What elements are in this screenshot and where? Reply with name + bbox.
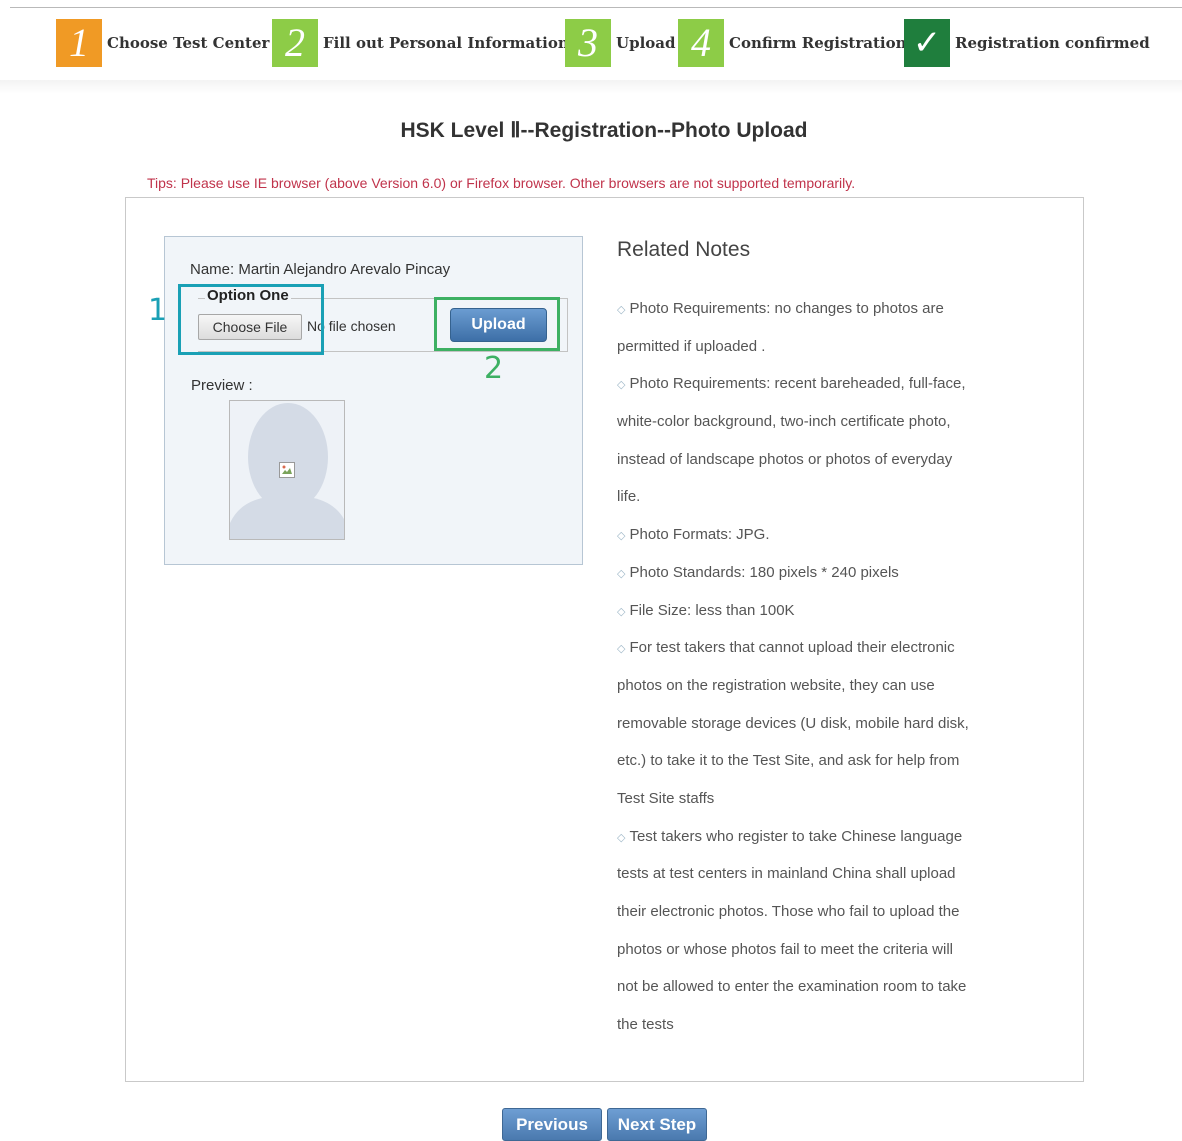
note-line: removable storage devices (U disk, mobil…	[617, 705, 1057, 743]
browser-tips: Tips: Please use IE browser (above Versi…	[147, 175, 856, 191]
note-line: their electronic photos. Those who fail …	[617, 893, 1057, 931]
note-text: For test takers that cannot upload their…	[629, 639, 955, 657]
bullet-icon: ◇	[617, 831, 626, 844]
note-line: the tests	[617, 1006, 1057, 1044]
bullet-icon: ◇	[617, 530, 626, 543]
step-label: Upload	[616, 34, 676, 52]
note-line: life.	[617, 478, 1057, 516]
step-number-badge: 4	[678, 19, 724, 67]
previous-button[interactable]: Previous	[502, 1108, 602, 1141]
candidate-name: Name: Martin Alejandro Arevalo Pincay	[190, 261, 451, 278]
related-notes-list: ◇ Photo Requirements: no changes to photo…	[617, 290, 1057, 1044]
note-text: Photo Requirements: recent bareheaded, f…	[629, 375, 966, 393]
note-text: etc.) to take it to the Test Site, and a…	[617, 752, 960, 770]
bullet-icon: ◇	[617, 304, 626, 316]
note-line: ◇ Photo Formats: JPG.	[617, 516, 1057, 554]
note-text: File Size: less than 100K	[629, 601, 795, 619]
step-fill-personal-info: 2 Fill out Personal Information	[272, 18, 569, 68]
note-line: instead of landscape photos or photos of…	[617, 441, 1057, 479]
note-line: tests at test centers in mainland China …	[617, 855, 1057, 893]
step-registration-confirmed: ✓ Registration confirmed	[904, 18, 1150, 68]
note-text: not be allowed to enter the examination …	[617, 978, 967, 996]
note-text: Photo Standards: 180 pixels * 240 pixels	[629, 563, 899, 581]
note-text: white-color background, two-inch certifi…	[617, 413, 951, 431]
step-label: Confirm Registration	[729, 34, 907, 52]
next-step-button[interactable]: Next Step	[607, 1108, 707, 1141]
note-line: ◇ File Size: less than 100K	[617, 592, 1057, 630]
note-text: Photo Formats: JPG.	[629, 526, 770, 544]
note-text: Test Site staffs	[617, 789, 715, 807]
note-text: tests at test centers in mainland China …	[617, 865, 956, 883]
note-line: white-color background, two-inch certifi…	[617, 403, 1057, 441]
bullet-icon: ◇	[617, 605, 626, 618]
note-text: instead of landscape photos or photos of…	[617, 450, 953, 468]
annotation-box-2	[434, 297, 560, 351]
note-line: ◇ Test takers who register to take Chines…	[617, 818, 1057, 856]
note-text: photos on the registration website, they…	[617, 676, 935, 694]
note-line: ◇ Photo Standards: 180 pixels * 240 pixel…	[617, 554, 1057, 592]
annotation-box-1	[178, 284, 324, 355]
note-text: Test takers who register to take Chinese…	[629, 827, 963, 845]
step-choose-test-center: 1 Choose Test Center	[56, 18, 269, 68]
note-text: Photo Requirements: no changes to photos…	[629, 300, 944, 317]
bullet-icon: ◇	[617, 643, 626, 656]
note-line: ◇ Photo Requirements: recent bareheaded, …	[617, 365, 1057, 403]
note-line: etc.) to take it to the Test Site, and a…	[617, 742, 1057, 780]
note-line: ◇ Photo Requirements: no changes to photo…	[617, 290, 1057, 328]
annotation-marker-2: 2	[484, 351, 504, 386]
registration-steps: 1 Choose Test Center 2 Fill out Personal…	[0, 18, 1182, 72]
step-label: Choose Test Center	[107, 34, 270, 52]
note-text: their electronic photos. Those who fail …	[617, 903, 960, 920]
bullet-icon: ◇	[617, 379, 626, 392]
page-title: HSK Level Ⅱ--Registration--Photo Upload	[400, 119, 808, 142]
broken-image-icon	[279, 462, 295, 478]
top-divider	[10, 7, 1182, 8]
note-text: photos or whose photos fail to meet the …	[617, 940, 953, 958]
note-text: life.	[617, 488, 641, 506]
note-line: permitted if uploaded .	[617, 328, 1057, 366]
note-line: not be allowed to enter the examination …	[617, 968, 1057, 1006]
annotation-marker-1: 1	[148, 293, 168, 328]
step-label: Registration confirmed	[955, 34, 1150, 52]
header-shade	[0, 80, 1182, 94]
note-line: Test Site staffs	[617, 780, 1057, 818]
note-text: permitted if uploaded .	[617, 337, 766, 355]
note-line: ◇ For test takers that cannot upload thei…	[617, 629, 1057, 667]
note-text: the tests	[617, 1016, 674, 1034]
step-number-badge: 1	[56, 19, 102, 67]
checkmark-icon: ✓	[904, 19, 950, 67]
step-upload: 3 Upload	[565, 18, 675, 68]
note-text: removable storage devices (U disk, mobil…	[617, 714, 969, 732]
note-line: photos or whose photos fail to meet the …	[617, 931, 1057, 969]
preview-label: Preview :	[191, 377, 253, 394]
note-line: photos on the registration website, they…	[617, 667, 1057, 705]
step-confirm-registration: 4 Confirm Registration	[678, 18, 906, 68]
step-number-badge: 2	[272, 19, 318, 67]
bullet-icon: ◇	[617, 567, 626, 580]
step-label: Fill out Personal Information	[323, 34, 569, 52]
step-number-badge: 3	[565, 19, 611, 67]
related-notes-title: Related Notes	[617, 238, 751, 261]
